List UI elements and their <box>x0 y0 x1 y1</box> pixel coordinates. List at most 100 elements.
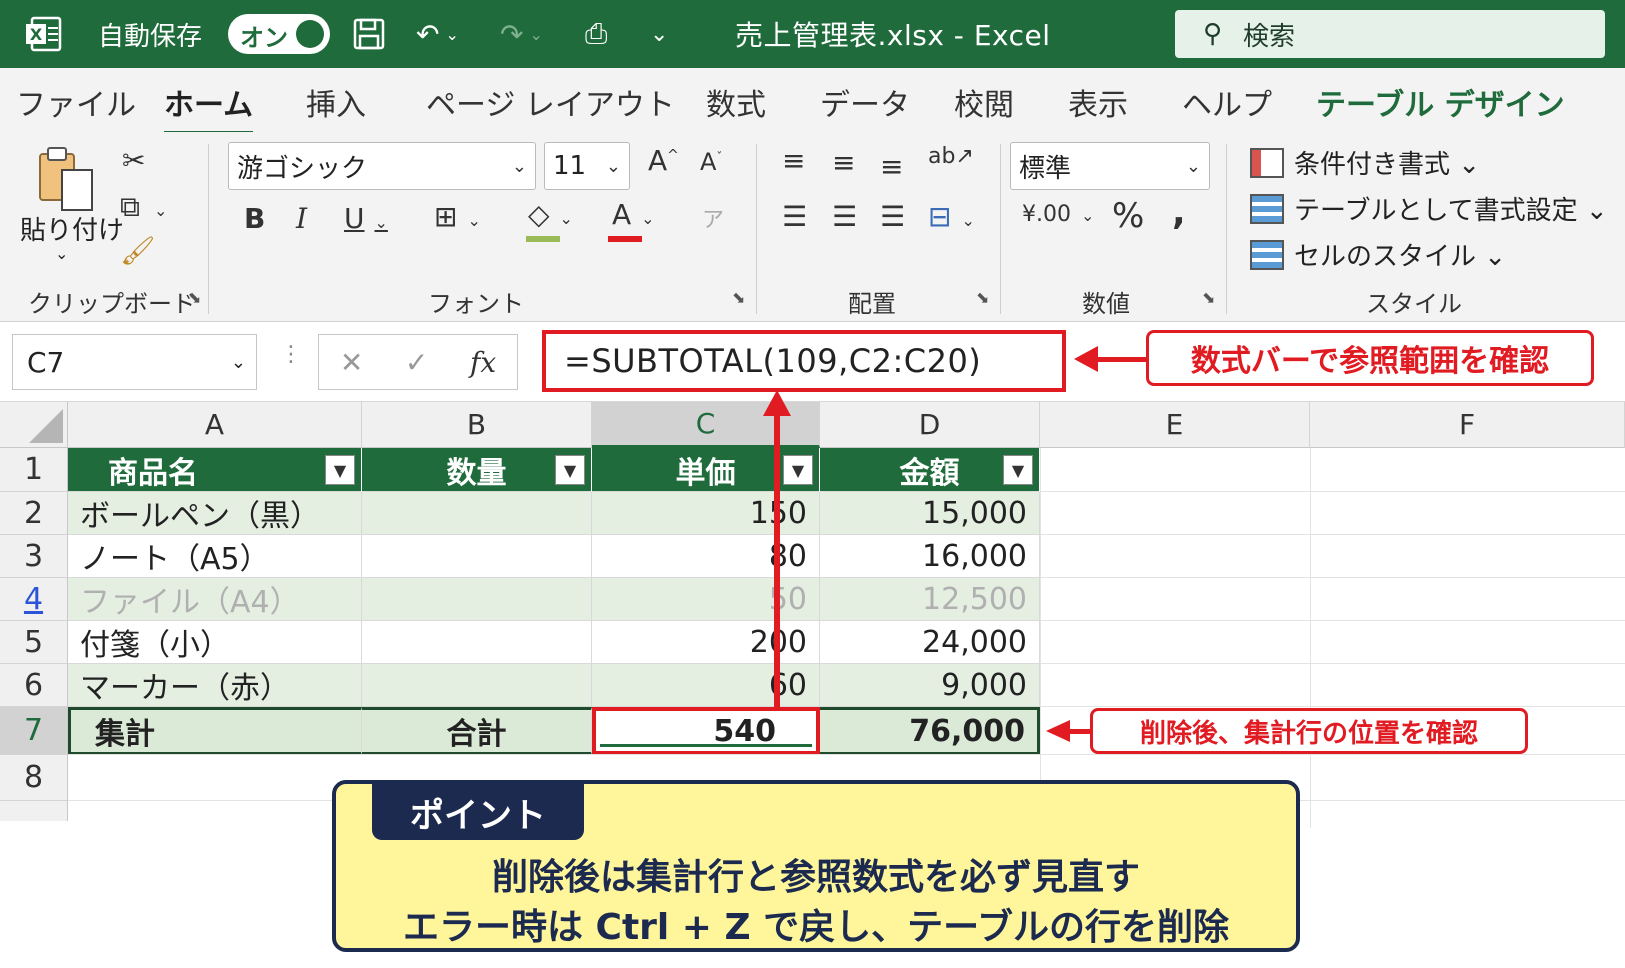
tab-formulas[interactable]: 数式 <box>706 80 766 124</box>
font-size-select[interactable]: 11 ⌄ <box>544 142 630 190</box>
save-icon[interactable] <box>352 0 386 68</box>
row-header-6[interactable]: 6 <box>0 664 68 707</box>
table-cell[interactable]: 24,000 <box>820 621 1040 664</box>
touch-mode-icon[interactable]: ⎙ <box>585 0 607 68</box>
font-name-select[interactable]: 游ゴシック ⌄ <box>228 142 536 190</box>
total-label-cell[interactable]: 集計 <box>68 707 362 755</box>
tab-review[interactable]: 校閲 <box>954 80 1014 124</box>
phonetic-icon[interactable]: ア <box>702 202 724 234</box>
number-launcher-icon[interactable]: ⬊ <box>1202 288 1215 307</box>
fill-color-icon[interactable]: ◇ ⌄ <box>528 198 573 231</box>
filter-dropdown-icon[interactable]: ▼ <box>1003 455 1033 485</box>
table-cell[interactable]: ボールペン（黒） <box>68 492 362 535</box>
table-cell[interactable]: ファイル（A4） <box>68 578 362 621</box>
align-middle-icon[interactable]: ≡ <box>832 146 855 179</box>
underline-icon[interactable]: U ⌄ <box>344 202 388 235</box>
row-header-1[interactable]: 1 <box>0 448 68 492</box>
align-center-icon[interactable]: ☰ <box>832 200 857 233</box>
format-as-table-button[interactable]: テーブルとして書式設定 ⌄ <box>1250 190 1608 227</box>
table-cell[interactable]: 200 <box>592 621 820 664</box>
undo-icon[interactable]: ↶ ⌄ <box>416 0 459 68</box>
customize-toolbar-icon[interactable]: ⌄ <box>650 0 668 68</box>
clipboard-launcher-icon[interactable]: ⬊ <box>188 288 201 307</box>
align-bottom-icon[interactable]: ≡ <box>880 150 903 183</box>
table-cell[interactable]: 60 <box>592 664 820 707</box>
more-icon[interactable]: ⋮ <box>280 342 302 367</box>
name-box[interactable]: C7 ⌄ <box>12 334 257 390</box>
grow-font-icon[interactable]: A^ <box>648 144 679 177</box>
table-cell[interactable]: ノート（A5） <box>68 535 362 578</box>
autosave-toggle[interactable]: オン <box>228 14 330 54</box>
search-box[interactable]: ⚲ 検索 <box>1175 10 1605 58</box>
align-top-icon[interactable]: ≡ <box>782 144 805 177</box>
paste-button-label[interactable]: 貼り付け <box>20 210 124 247</box>
accounting-format-icon[interactable]: ¥.00 ⌄ <box>1022 202 1094 227</box>
orientation-icon[interactable]: ab↗ <box>928 144 974 169</box>
shrink-font-icon[interactable]: Aˇ <box>700 148 722 176</box>
tab-table-design[interactable]: テーブル デザイン <box>1316 80 1565 124</box>
table-cell[interactable] <box>362 621 592 664</box>
table-cell[interactable]: 50 <box>592 578 820 621</box>
row-header-2[interactable]: 2 <box>0 492 68 535</box>
alignment-launcher-icon[interactable]: ⬊ <box>976 288 989 307</box>
table-cell[interactable]: 16,000 <box>820 535 1040 578</box>
tab-data[interactable]: データ <box>820 80 910 124</box>
font-launcher-icon[interactable]: ⬊ <box>732 288 745 307</box>
column-header-b[interactable]: B <box>362 402 592 448</box>
filter-dropdown-icon[interactable]: ▼ <box>325 455 355 485</box>
align-left-icon[interactable]: ☰ <box>782 200 807 233</box>
percent-icon[interactable]: % <box>1112 196 1144 236</box>
copy-icon[interactable]: ⧉ ⌄ <box>120 190 167 224</box>
filter-dropdown-icon[interactable]: ▼ <box>783 455 813 485</box>
format-painter-icon[interactable]: 🖌 <box>120 234 156 267</box>
comma-icon[interactable]: , <box>1172 192 1186 233</box>
borders-icon[interactable]: ⊞ ⌄ <box>434 200 481 233</box>
table-cell[interactable] <box>362 664 592 707</box>
tab-view[interactable]: 表示 <box>1068 80 1128 124</box>
align-right-icon[interactable]: ☰ <box>880 200 905 233</box>
row-header-7[interactable]: 7 <box>0 707 68 755</box>
formula-input[interactable]: =SUBTOTAL(109,C2:C20) <box>542 330 1066 392</box>
paste-chevron-icon[interactable]: ⌄ <box>55 244 68 263</box>
tab-home[interactable]: ホーム <box>164 80 254 136</box>
table-cell[interactable] <box>362 492 592 535</box>
table-cell[interactable]: 12,500 <box>820 578 1040 621</box>
tab-help[interactable]: ヘルプ <box>1182 80 1272 124</box>
row-header-8[interactable]: 8 <box>0 755 68 801</box>
merge-center-icon[interactable]: ⊟ ⌄ <box>928 200 975 233</box>
insert-function-icon[interactable]: fx <box>470 346 496 379</box>
tab-page-layout[interactable]: ページ レイアウト <box>426 80 675 124</box>
row-header-3[interactable]: 3 <box>0 535 68 578</box>
column-header-d[interactable]: D <box>820 402 1040 448</box>
font-color-icon[interactable]: A ⌄ <box>612 198 655 231</box>
column-header-e[interactable]: E <box>1040 402 1310 448</box>
filter-dropdown-icon[interactable]: ▼ <box>555 455 585 485</box>
row-header-4[interactable]: 4 <box>0 578 68 621</box>
row-header-5[interactable]: 5 <box>0 621 68 664</box>
column-header-f[interactable]: F <box>1310 402 1625 448</box>
italic-icon[interactable]: I <box>296 202 307 235</box>
table-cell[interactable]: 80 <box>592 535 820 578</box>
table-cell[interactable]: 15,000 <box>820 492 1040 535</box>
select-all-button[interactable] <box>0 402 68 448</box>
tab-insert[interactable]: 挿入 <box>306 80 366 124</box>
table-cell[interactable]: 150 <box>592 492 820 535</box>
table-cell[interactable]: 付箋（小） <box>68 621 362 664</box>
redo-icon[interactable]: ↷ ⌄ <box>500 0 543 68</box>
cut-icon[interactable]: ✂ <box>122 144 145 177</box>
conditional-formatting-button[interactable]: 条件付き書式 ⌄ <box>1250 144 1480 181</box>
table-cell[interactable]: 9,000 <box>820 664 1040 707</box>
total-price-cell[interactable]: 540 <box>592 707 820 755</box>
cell-styles-button[interactable]: セルのスタイル ⌄ <box>1250 236 1506 273</box>
cancel-icon[interactable]: ✕ <box>340 346 363 379</box>
paste-icon[interactable] <box>34 144 98 214</box>
number-format-select[interactable]: 標準 ⌄ <box>1010 142 1210 190</box>
table-cell[interactable] <box>362 578 592 621</box>
total-qty-cell[interactable]: 合計 <box>362 707 592 755</box>
bold-icon[interactable]: B <box>244 202 265 235</box>
table-cell[interactable] <box>362 535 592 578</box>
tab-file[interactable]: ファイル <box>16 80 136 124</box>
enter-icon[interactable]: ✓ <box>405 346 428 379</box>
table-cell[interactable]: マーカー（赤） <box>68 664 362 707</box>
column-header-a[interactable]: A <box>68 402 362 448</box>
